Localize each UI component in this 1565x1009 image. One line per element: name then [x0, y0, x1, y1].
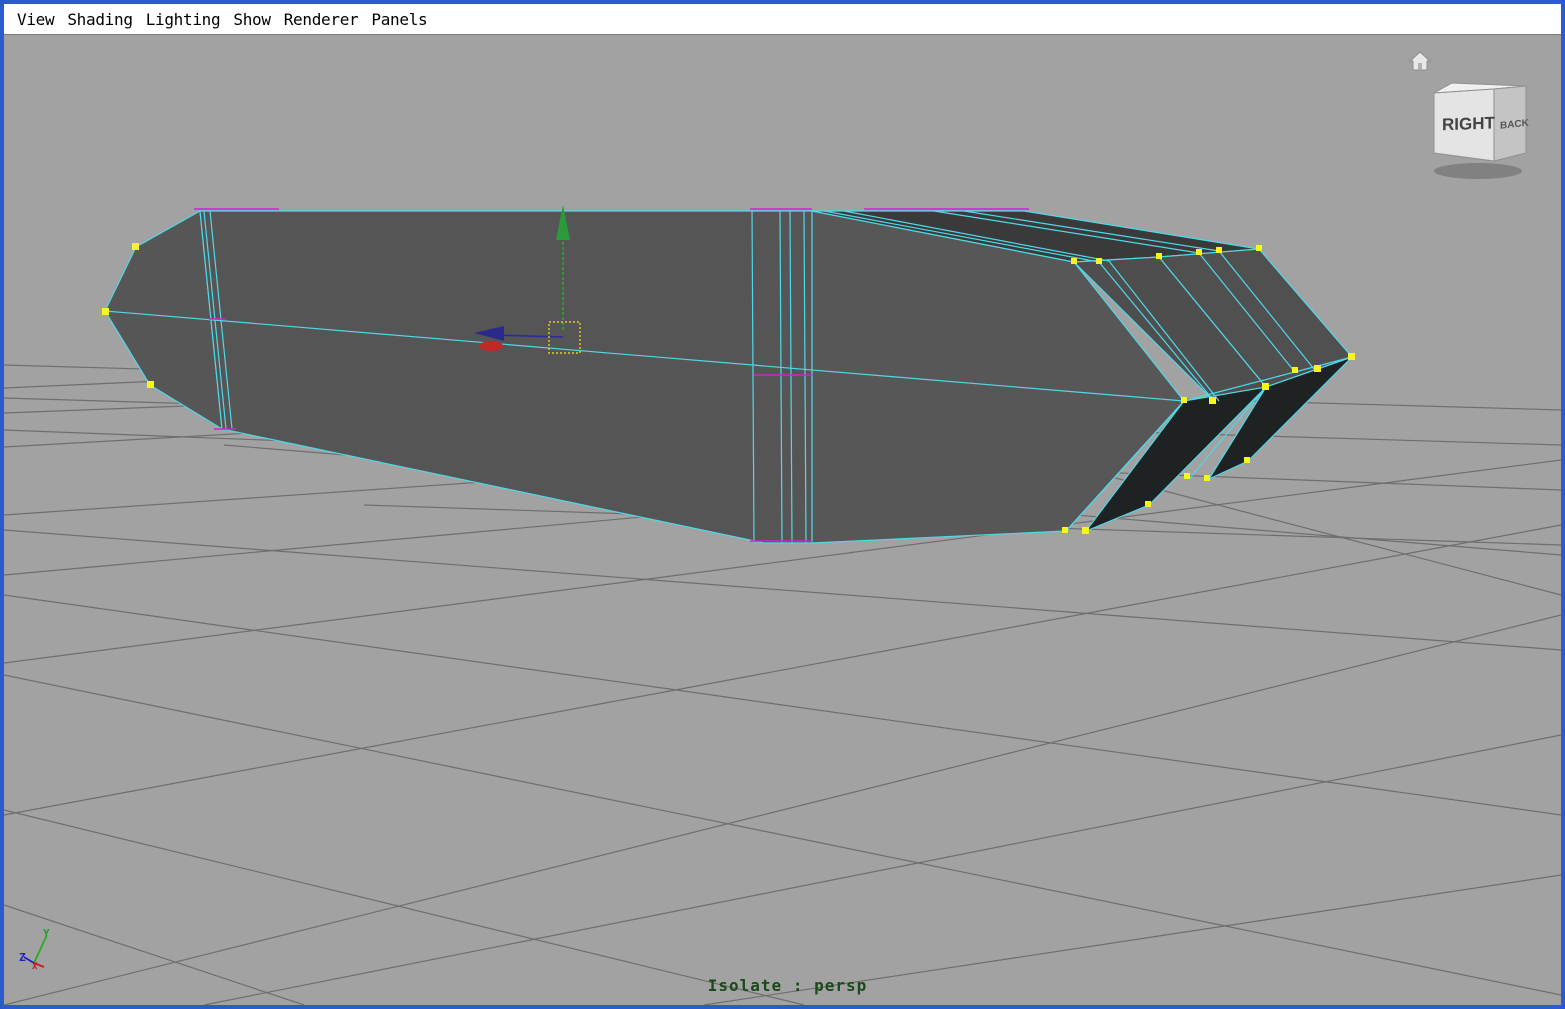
maya-viewport-window: View Shading Lighting Show Renderer Pane…: [0, 0, 1565, 1009]
panel-menubar: View Shading Lighting Show Renderer Pane…: [4, 4, 1561, 35]
menu-view[interactable]: View: [12, 8, 59, 31]
mesh-face-main: [199, 210, 813, 544]
menu-renderer[interactable]: Renderer: [279, 8, 364, 31]
viewcube[interactable]: RIGHT BACK: [1422, 81, 1532, 181]
menu-shading[interactable]: Shading: [62, 8, 137, 31]
viewcube-right-label[interactable]: RIGHT: [1442, 113, 1495, 134]
axis-z-label: Z: [19, 951, 26, 964]
perspective-viewport[interactable]: RIGHT BACK Y Z X Isolate : persp: [4, 35, 1561, 1005]
viewport-scene: [4, 205, 1561, 1005]
viewport-status-label: Isolate : persp: [707, 976, 868, 995]
menu-panels[interactable]: Panels: [366, 8, 432, 31]
axis-x-label: X: [32, 962, 38, 971]
menu-show[interactable]: Show: [228, 8, 275, 31]
move-x-handle[interactable]: [479, 341, 503, 351]
home-icon[interactable]: [1408, 49, 1432, 73]
axis-indicator-icon: Y Z X: [19, 927, 50, 971]
axis-y-label: Y: [43, 927, 50, 940]
mesh-object[interactable]: [102, 208, 1355, 544]
menu-lighting[interactable]: Lighting: [141, 8, 226, 31]
